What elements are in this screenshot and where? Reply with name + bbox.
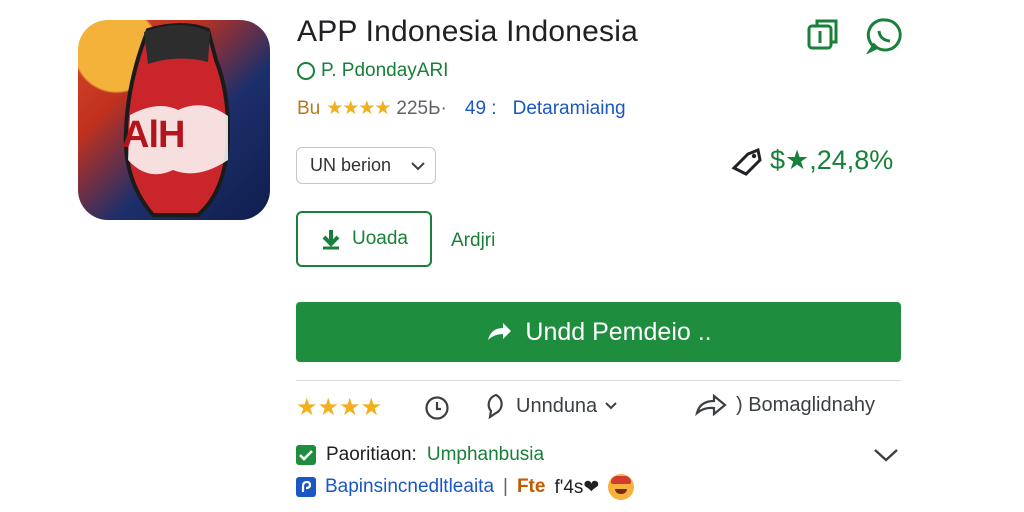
app-title: APP Indonesia Indonesia [297, 15, 638, 48]
comment-icon [487, 393, 503, 419]
app-icon: AlH [78, 20, 270, 220]
rating-stars-icon: ★★★★ [326, 98, 391, 119]
whatsapp-icon[interactable] [865, 16, 904, 55]
download-button[interactable]: Uoada [296, 211, 432, 267]
main-install-button[interactable]: Undd Pemdeio .. [296, 302, 901, 362]
share-icon[interactable] [803, 16, 841, 54]
info-brand: Fte [516, 476, 546, 497]
checkbox-checked-icon[interactable] [296, 445, 316, 465]
version-dropdown[interactable]: UN berion [296, 147, 436, 184]
comment-dropdown[interactable]: Unnduna [484, 393, 617, 419]
app-icon-text: AlH [122, 114, 185, 156]
chevron-down-icon [605, 402, 617, 410]
forward-icon [695, 393, 727, 417]
share-link[interactable]: ) Bomaglidnahy [694, 393, 875, 417]
chevron-down-icon [411, 161, 425, 170]
info-icon [296, 477, 316, 497]
comment-label: Unnduna [516, 394, 598, 417]
info-row: Bapinsincnedltleaita | Fte f'4s❤ [296, 474, 635, 500]
price-value: $★,24,8% [770, 145, 894, 175]
share-label: ) Bomaglidnahy [736, 393, 875, 416]
permissions-value: Umphanbusia [426, 444, 545, 465]
developer-name[interactable]: P. PdondayARI [321, 60, 448, 82]
info-text[interactable]: Bapinsincnedltleaita [325, 476, 494, 498]
rating-count: 225Ь· [396, 97, 447, 119]
star-rating-icon[interactable]: ★★★★ [296, 393, 382, 422]
clock-icon[interactable] [424, 395, 450, 426]
version-dropdown-value: UN berion [310, 155, 392, 175]
download-icon [322, 230, 340, 250]
info-misc: f'4s❤ [554, 476, 600, 498]
download-button-label: Uoada [352, 228, 408, 249]
share-arrow-icon [488, 323, 512, 340]
permissions-label: Paoritiaon: [326, 444, 417, 465]
tag-icon [731, 147, 762, 176]
rating-lead: Bu [297, 97, 321, 119]
developer-row[interactable]: P. PdondayARI [297, 60, 448, 82]
price-row: $★,24,8% [730, 145, 893, 176]
emoji-face-icon [608, 474, 635, 500]
chevron-down-icon[interactable] [872, 446, 900, 469]
rating-line: Bu ★★★★ 225Ь· 49 : Detaramiaing [297, 97, 626, 120]
verified-icon [297, 62, 315, 80]
info-separator: | [503, 476, 508, 497]
main-install-button-label: Undd Pemdeio .. [525, 317, 712, 346]
secondary-link[interactable]: Ardjri [451, 230, 495, 252]
permissions-row[interactable]: Paoritiaon: Umphanbusia [296, 444, 544, 466]
rating-number: 49 : [464, 97, 497, 119]
category-link[interactable]: Detaramiaing [513, 98, 626, 120]
divider [296, 380, 901, 381]
